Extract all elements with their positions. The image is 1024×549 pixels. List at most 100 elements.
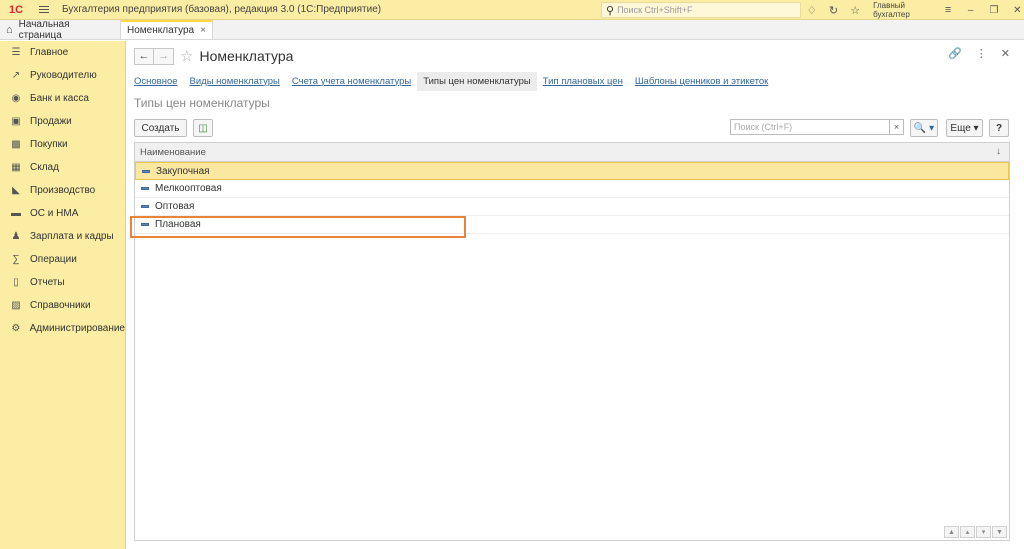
sidebar-item-label: Продажи: [30, 116, 72, 127]
scroll-down-icon[interactable]: ▾: [976, 526, 991, 538]
sidebar-item-label: Банк и касса: [30, 93, 89, 104]
form-area: ← → ☆ Номенклатура 🔗 ⋮ ✕ Основное Виды н…: [127, 41, 1024, 549]
sidebar-item-label: Производство: [30, 185, 96, 196]
sidebar-item-sales[interactable]: ▣ Продажи: [0, 110, 125, 133]
highlight-frame: [130, 216, 466, 238]
price-types-table[interactable]: Наименование ↓ Закупочная Мелкооптовая О…: [134, 142, 1010, 541]
favorite-star-icon[interactable]: ☆: [180, 47, 193, 65]
sections-panel: ☰ Главное ↗ Руководителю ◉ Банк и касса ▣ Пр…: [0, 41, 126, 549]
scroll-up-icon[interactable]: ▴: [960, 526, 975, 538]
tab-nomenclature[interactable]: Номенклатура ×: [121, 20, 213, 39]
item-icon: [142, 169, 150, 173]
tab-nomenclature-label: Номенклатура: [127, 25, 195, 36]
row-name: Оптовая: [155, 201, 195, 212]
tab-accounts[interactable]: Счета учета номенклатуры: [292, 76, 411, 87]
sidebar-item-manager[interactable]: ↗ Руководителю: [0, 64, 125, 87]
sidebar-item-operations[interactable]: ∑ Операции: [0, 248, 125, 271]
link-icon[interactable]: 🔗: [948, 47, 962, 60]
restore-icon[interactable]: ❐: [987, 5, 1000, 16]
sidebar-item-label: ОС и НМА: [30, 208, 79, 219]
person-icon: ♟: [11, 231, 21, 242]
row-name: Мелкооптовая: [155, 183, 222, 194]
table-row[interactable]: Закупочная: [135, 162, 1009, 180]
tab-close-icon[interactable]: ×: [200, 25, 206, 36]
row-name: Закупочная: [156, 165, 210, 177]
main-menu-icon[interactable]: [34, 6, 54, 13]
sidebar-item-assets[interactable]: ▬ ОС и НМА: [0, 202, 125, 225]
sidebar-item-purchases[interactable]: ▩ Покупки: [0, 133, 125, 156]
global-search-input[interactable]: ⚲ Поиск Ctrl+Shift+F: [601, 2, 801, 18]
column-header-name[interactable]: Наименование ↓: [135, 143, 1009, 162]
favorites-star-icon[interactable]: ☆: [849, 4, 861, 17]
close-window-icon[interactable]: ✕: [1011, 5, 1024, 16]
sidebar-item-warehouse[interactable]: ▦ Склад: [0, 156, 125, 179]
scroll-top-icon[interactable]: ▲: [944, 526, 959, 538]
home-icon: ⌂: [6, 23, 13, 36]
forward-button[interactable]: →: [154, 47, 174, 65]
settings-menu-icon[interactable]: ≡: [942, 4, 954, 16]
book-icon: ▨: [11, 300, 21, 311]
sidebar-item-label: Покупки: [30, 139, 68, 150]
more-button[interactable]: Еще ▾: [946, 119, 983, 137]
list-title: Типы цен номенклатуры: [134, 96, 270, 110]
tab-item-kinds[interactable]: Виды номенклатуры: [190, 76, 280, 87]
tab-planned-price-type[interactable]: Тип плановых цен: [543, 76, 623, 87]
tab-home-label: Начальная страница: [18, 18, 70, 41]
grid-scroll-controls: ▲ ▴ ▾ ▼: [944, 526, 1007, 538]
sidebar-item-label: Руководителю: [30, 70, 97, 81]
operations-icon: ∑: [12, 254, 20, 265]
minimize-icon[interactable]: –: [964, 5, 977, 16]
item-icon: [141, 205, 149, 208]
table-row[interactable]: Оптовая: [135, 198, 1009, 216]
sidebar-item-label: Зарплата и кадры: [30, 231, 114, 242]
sidebar-item-salary[interactable]: ♟ Зарплата и кадры: [0, 225, 125, 248]
form-sections: Основное Виды номенклатуры Счета учета н…: [134, 71, 780, 91]
app-logo: 1С: [8, 3, 24, 16]
bag-icon: ▣: [11, 116, 21, 127]
table-row[interactable]: Мелкооптовая: [135, 180, 1009, 198]
help-button[interactable]: ?: [989, 119, 1009, 137]
list-search-input[interactable]: Поиск (Ctrl+F): [730, 119, 890, 135]
chart-line-icon: ↗: [11, 70, 21, 81]
more-vertical-icon[interactable]: ⋮: [976, 47, 987, 60]
window-tabs: ⌂ Начальная страница Номенклатура ×: [0, 18, 1024, 41]
search-icon: ⚲: [606, 4, 615, 17]
tab-label-templates[interactable]: Шаблоны ценников и этикеток: [635, 76, 768, 87]
tab-main[interactable]: Основное: [134, 76, 178, 87]
sidebar-item-main[interactable]: ☰ Главное: [0, 41, 125, 64]
sidebar-item-label: Операции: [30, 254, 77, 265]
sidebar-item-catalogs[interactable]: ▨ Справочники: [0, 294, 125, 317]
app-title: Бухгалтерия предприятия (базовая), редак…: [62, 4, 382, 15]
tab-price-types[interactable]: Типы цен номенклатуры: [417, 71, 537, 91]
title-bar: 1С Бухгалтерия предприятия (базовая), ре…: [0, 0, 1024, 20]
scroll-bottom-icon[interactable]: ▼: [992, 526, 1007, 538]
sidebar-item-reports[interactable]: ▯ Отчеты: [0, 271, 125, 294]
copy-button[interactable]: ◫: [193, 119, 213, 137]
page-title: Номенклатура: [199, 48, 294, 64]
gear-icon: ⚙: [11, 323, 21, 334]
item-icon: [141, 187, 149, 190]
bell-icon[interactable]: ♢: [806, 4, 818, 17]
create-button[interactable]: Создать: [134, 119, 187, 137]
sidebar-item-production[interactable]: ◣ Производство: [0, 179, 125, 202]
sidebar-item-label: Отчеты: [30, 277, 65, 288]
copy-doc-icon: ◫: [198, 122, 208, 134]
user-name[interactable]: Главный бухгалтер: [873, 1, 932, 19]
cart-icon: ▩: [11, 139, 21, 150]
sidebar-item-label: Склад: [30, 162, 59, 173]
truck-icon: ▬: [11, 208, 21, 219]
sort-desc-icon[interactable]: ↓: [996, 146, 1001, 157]
coin-icon: ◉: [11, 93, 21, 104]
sidebar-item-bank[interactable]: ◉ Банк и касса: [0, 87, 125, 110]
global-search-placeholder: Поиск Ctrl+Shift+F: [617, 5, 693, 15]
history-icon[interactable]: ↻: [828, 4, 840, 17]
warehouse-icon: ▦: [11, 162, 21, 173]
factory-icon: ◣: [12, 185, 20, 196]
tab-home[interactable]: ⌂ Начальная страница: [0, 18, 121, 41]
close-form-icon[interactable]: ✕: [1001, 47, 1010, 60]
search-button[interactable]: 🔍 ▾: [910, 119, 938, 137]
sidebar-item-admin[interactable]: ⚙ Администрирование: [0, 317, 125, 340]
back-button[interactable]: ←: [134, 47, 154, 65]
clear-search-icon[interactable]: ×: [890, 119, 904, 135]
report-icon: ▯: [13, 277, 19, 288]
